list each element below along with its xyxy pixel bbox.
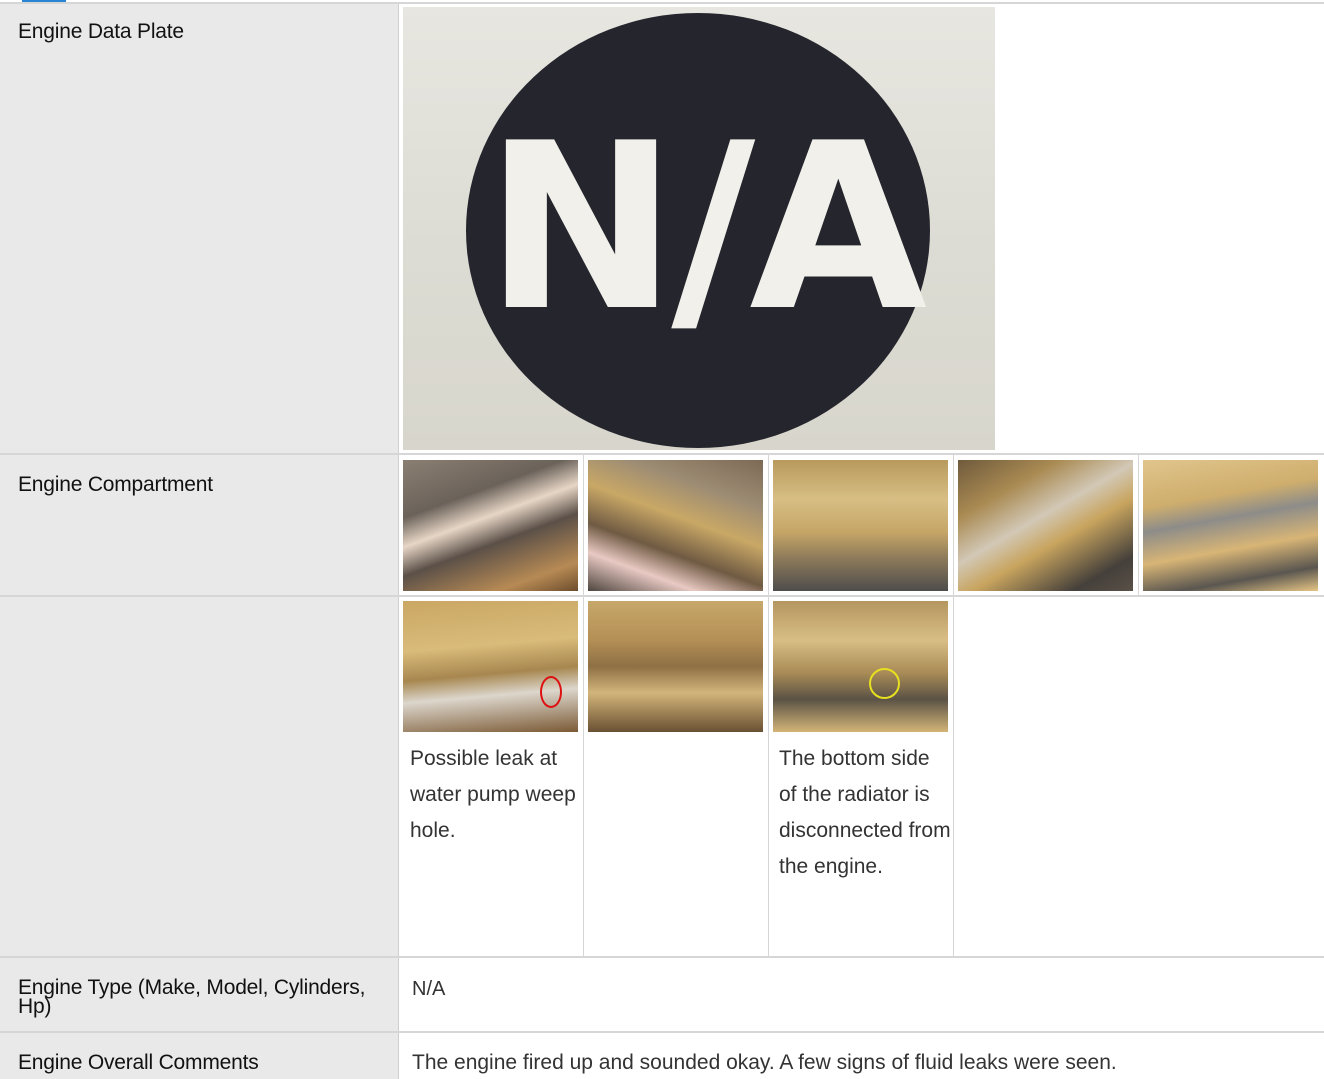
engine-data-plate-photo[interactable]: N/A	[403, 7, 995, 450]
row-label: Engine Compartment	[18, 473, 213, 496]
label-cell	[0, 597, 399, 956]
photo-fill	[588, 601, 763, 732]
water-pump-leak-photo[interactable]	[403, 601, 578, 732]
cell-divider	[768, 455, 769, 595]
photo-fill	[588, 460, 763, 591]
row-label: Engine Type (Make, Model, Cylinders, Hp)	[18, 976, 366, 1018]
divider	[0, 2, 1324, 4]
engine-compartment-photo[interactable]	[773, 460, 948, 591]
red-circle-marker-icon	[540, 676, 562, 708]
engine-compartment-photo[interactable]	[588, 460, 763, 591]
row-label: Engine Data Plate	[18, 20, 184, 43]
engine-compartment-photo[interactable]	[1143, 460, 1318, 591]
na-photo-text: N/A	[484, 95, 928, 362]
photo-fill	[958, 460, 1133, 591]
cell-divider	[583, 597, 584, 956]
label-cell: Engine Data Plate	[0, 3, 399, 454]
row-engine-overall-comments: Engine Overall Comments The engine fired…	[0, 1033, 1324, 1079]
label-cell: Engine Type (Make, Model, Cylinders, Hp)	[0, 958, 399, 1031]
photo-fill	[1143, 460, 1318, 591]
radiator-photo[interactable]	[773, 601, 948, 732]
photo-fill	[403, 460, 578, 591]
yellow-circle-marker-icon	[869, 668, 900, 699]
photo-fill	[773, 601, 948, 732]
row-engine-type: Engine Type (Make, Model, Cylinders, Hp)…	[0, 958, 1324, 1031]
engine-inspection-table: Engine Data Plate N/A Engine Compartment	[0, 0, 1324, 1079]
engine-compartment-photo[interactable]	[588, 601, 763, 732]
engine-compartment-photo[interactable]	[958, 460, 1133, 591]
engine-compartment-photo[interactable]	[403, 460, 578, 591]
photo-caption: Possible leak at water pump weep hole.	[410, 747, 576, 842]
row-label: Engine Overall Comments	[18, 1051, 259, 1074]
cell-divider	[953, 597, 954, 956]
value-cell: N/A	[399, 958, 1324, 1031]
overall-comments-value: The engine fired up and sounded okay. A …	[412, 1051, 1117, 1074]
engine-type-value: N/A	[412, 978, 446, 1000]
cell-divider	[768, 597, 769, 956]
value-cell: The engine fired up and sounded okay. A …	[399, 1033, 1324, 1079]
photo-caption: The bottom side of the radiator is disco…	[779, 747, 951, 878]
cell-divider	[1138, 455, 1139, 595]
label-cell: Engine Overall Comments	[0, 1033, 399, 1079]
photo-fill	[773, 460, 948, 591]
photo-fill	[403, 601, 578, 732]
label-cell: Engine Compartment	[0, 455, 399, 595]
cell-divider	[953, 455, 954, 595]
cell-divider	[583, 455, 584, 595]
